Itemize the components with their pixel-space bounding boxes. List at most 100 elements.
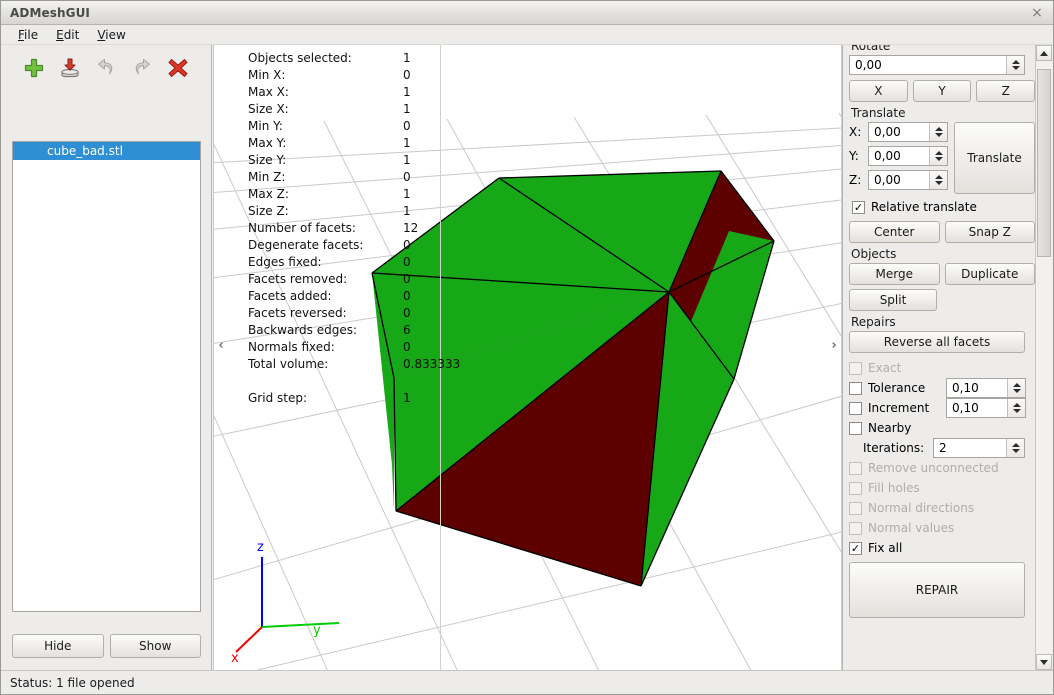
checkbox-indicator[interactable] <box>849 521 862 535</box>
translate-button[interactable]: Translate <box>954 122 1035 194</box>
checkbox-indicator[interactable]: ✓ <box>852 200 865 214</box>
info-value: 0 <box>403 340 411 354</box>
svg-text:z: z <box>257 540 264 555</box>
menu-view[interactable]: View <box>88 27 134 43</box>
remove-unconnected-checkbox[interactable]: Remove unconnected <box>849 458 1035 478</box>
menu-file[interactable]: File <box>9 27 47 43</box>
fill-holes-label: Fill holes <box>868 481 920 495</box>
relative-translate-checkbox[interactable]: ✓ Relative translate <box>852 197 1035 217</box>
iterations-stepper[interactable] <box>1006 439 1024 457</box>
normal-values-checkbox[interactable]: Normal values <box>849 518 1035 538</box>
hide-button[interactable]: Hide <box>12 634 104 658</box>
rotate-y-button[interactable]: Y <box>912 80 972 102</box>
window-close-button[interactable]: × <box>1027 4 1047 22</box>
rotate-z-button[interactable]: Z <box>976 80 1035 102</box>
split-button[interactable]: Split <box>849 289 937 311</box>
scroll-up-button[interactable] <box>1036 45 1052 61</box>
menu-edit[interactable]: Edit <box>47 27 88 43</box>
info-row: Min Z: 0 <box>248 169 478 186</box>
info-value: 0 <box>403 238 411 252</box>
right-panel-scrollbar[interactable] <box>1035 45 1052 670</box>
exact-label: Exact <box>868 361 902 375</box>
scrollbar-thumb[interactable] <box>1037 69 1051 257</box>
info-row: Min Y: 0 <box>248 118 478 135</box>
checkbox-indicator[interactable]: ✓ <box>849 541 862 555</box>
increment-input[interactable]: 0,10 <box>946 398 1026 418</box>
info-row-spacer <box>248 373 478 390</box>
objects-row-2: Split <box>849 289 1035 311</box>
info-row: Backwards edges: 6 <box>248 322 478 339</box>
application-window: ADMeshGUI × File Edit View cube_bad.stl … <box>0 0 1054 695</box>
close-file-icon[interactable] <box>165 55 191 81</box>
info-key: Facets reversed: <box>248 306 347 320</box>
translate-x-stepper[interactable] <box>929 123 947 141</box>
status-text: Status: 1 file opened <box>10 675 135 690</box>
exact-checkbox[interactable]: Exact <box>849 358 1035 378</box>
collapse-left-panel-arrow[interactable]: ‹ <box>214 335 228 355</box>
reverse-all-facets-button[interactable]: Reverse all facets <box>849 331 1025 353</box>
merge-button[interactable]: Merge <box>849 263 940 285</box>
info-key: Max X: <box>248 85 289 99</box>
tolerance-stepper[interactable] <box>1007 379 1025 397</box>
repair-button[interactable]: REPAIR <box>849 562 1025 618</box>
snap-z-button[interactable]: Snap Z <box>944 221 1035 243</box>
redo-icon[interactable] <box>129 55 155 81</box>
scroll-down-button[interactable] <box>1036 654 1052 670</box>
info-key: Objects selected: <box>248 51 352 65</box>
svg-text:x: x <box>231 651 239 666</box>
center-snap-row: Center Snap Z <box>849 221 1035 243</box>
info-key: Facets removed: <box>248 272 348 286</box>
duplicate-button[interactable]: Duplicate <box>944 263 1035 285</box>
collapse-right-panel-arrow[interactable]: › <box>827 335 841 355</box>
center-button[interactable]: Center <box>849 221 940 243</box>
tolerance-value: 0,10 <box>952 381 979 395</box>
fix-all-checkbox[interactable]: ✓ Fix all <box>849 538 1035 558</box>
window-title: ADMeshGUI <box>10 5 90 20</box>
nearby-checkbox[interactable]: Nearby <box>849 418 1035 438</box>
translate-x-value: 0,00 <box>874 125 901 139</box>
undo-icon[interactable] <box>93 55 119 81</box>
translate-z-stepper[interactable] <box>929 171 947 189</box>
objects-row-1: Merge Duplicate <box>849 263 1035 285</box>
info-row: Degenerate facets: 0 <box>248 237 478 254</box>
info-row: Size Z: 1 <box>248 203 478 220</box>
info-value: 1 <box>403 391 411 405</box>
save-file-icon[interactable] <box>57 55 83 81</box>
tolerance-checkbox-row[interactable]: Tolerance 0,10 <box>849 378 1035 398</box>
info-value: 1 <box>403 136 411 150</box>
list-item[interactable]: cube_bad.stl <box>13 142 200 160</box>
info-row: Max Y: 1 <box>248 135 478 152</box>
main-area: cube_bad.stl Hide Show z y x Objects sel… <box>1 45 1053 670</box>
iterations-input[interactable]: 2 <box>933 438 1025 458</box>
translate-section-label: Translate <box>851 106 906 120</box>
info-value: 1 <box>403 153 411 167</box>
info-row: Size Y: 1 <box>248 152 478 169</box>
checkbox-indicator[interactable] <box>849 401 862 415</box>
rotate-angle-input[interactable]: 0,00 <box>849 55 1025 75</box>
show-button[interactable]: Show <box>109 634 201 658</box>
increment-stepper[interactable] <box>1007 399 1025 417</box>
checkbox-indicator[interactable] <box>849 501 862 515</box>
file-toolbar <box>1 45 211 90</box>
fill-holes-checkbox[interactable]: Fill holes <box>849 478 1035 498</box>
info-key: Number of facets: <box>248 221 356 235</box>
rotate-x-button[interactable]: X <box>849 80 908 102</box>
info-key: Total volume: <box>248 357 329 371</box>
translate-y-stepper[interactable] <box>929 147 947 165</box>
rotate-angle-stepper[interactable] <box>1006 56 1024 74</box>
checkbox-indicator[interactable] <box>849 481 862 495</box>
file-list[interactable]: cube_bad.stl <box>12 141 201 612</box>
checkbox-indicator[interactable] <box>849 381 862 395</box>
normal-directions-checkbox[interactable]: Normal directions <box>849 498 1035 518</box>
translate-y-input[interactable]: 0,00 <box>868 146 948 166</box>
translate-x-input[interactable]: 0,00 <box>868 122 948 142</box>
checkbox-indicator[interactable] <box>849 461 862 475</box>
checkbox-indicator[interactable] <box>849 421 862 435</box>
info-row: Facets removed: 0 <box>248 271 478 288</box>
3d-viewport[interactable]: z y x Objects selected: 1 Min X: 0 Max X: 1… <box>213 45 842 670</box>
tolerance-input[interactable]: 0,10 <box>946 378 1026 398</box>
translate-z-input[interactable]: 0,00 <box>868 170 948 190</box>
checkbox-indicator[interactable] <box>849 361 862 375</box>
add-file-icon[interactable] <box>21 55 47 81</box>
increment-checkbox-row[interactable]: Increment 0,10 <box>849 398 1035 418</box>
